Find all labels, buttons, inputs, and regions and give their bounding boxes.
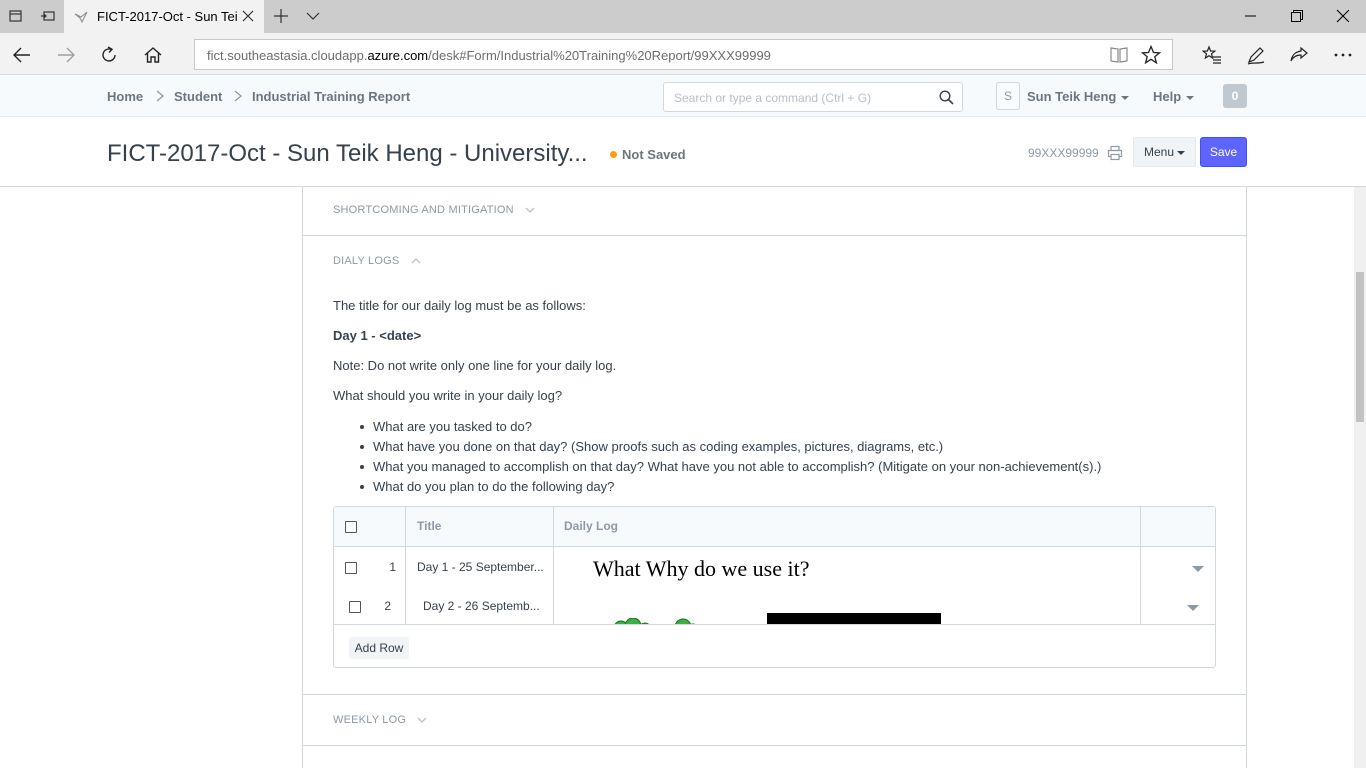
row-index: 1 [389,560,396,574]
chevron-down-icon [525,207,535,214]
favorites-hub-icon[interactable] [1202,45,1222,65]
breadcrumb-chevron-right-icon [234,90,243,102]
help-label: Help [1153,89,1182,104]
forward-arrow-icon[interactable] [56,45,76,65]
row-edit-caret-down-icon[interactable] [1192,566,1204,572]
avatar[interactable]: S [996,82,1020,110]
section-daily-logs-label: DIALY LOGS [333,255,400,267]
user-menu[interactable]: Sun Teik Heng [1027,89,1130,104]
daily-log-note: Note: Do not write only one line for you… [333,358,617,373]
breadcrumb-home[interactable]: Home [107,89,143,104]
daily-log-preview[interactable]: What Why do we use it? [555,548,1140,624]
row-title-cell[interactable]: Day 1 - 25 September... [417,560,545,574]
section-weekly-log-label: WEEKLY LOG [333,714,407,726]
menu-button[interactable]: Menu [1133,137,1196,167]
back-arrow-icon[interactable] [12,45,32,65]
browser-nav-bar: fict.southeastasia.cloudapp.azure.com/de… [0,33,1366,75]
new-tab-icon[interactable] [273,8,289,24]
notification-badge[interactable]: 0 [1223,84,1247,108]
daily-log-preview-text: What Why do we use it? [593,556,810,581]
section-weekly-log-header[interactable]: WEEKLY LOG [333,714,427,726]
restore-icon[interactable] [1290,9,1304,23]
add-row-button[interactable]: Add Row [349,637,409,659]
search-input[interactable]: Search or type a command (Ctrl + G) [663,82,963,112]
list-item: What do you plan to do the following day… [358,477,1101,497]
row-checkbox[interactable] [349,601,361,613]
help-caret-down-icon [1186,95,1195,100]
home-icon[interactable] [143,45,163,65]
row-title-cell[interactable]: Day 2 - 26 Septemb... [423,599,551,613]
breadcrumb-chevron-right-icon [156,90,165,102]
user-caret-down-icon [1121,95,1130,100]
status-indicator-dot [610,151,617,158]
row-edit-caret-down-icon[interactable] [1187,605,1199,611]
chevron-up-icon [411,258,421,264]
chevron-down-icon [417,717,427,724]
row-index: 2 [384,599,391,613]
black-image-block [767,613,941,624]
close-tab-icon[interactable] [242,10,254,22]
page-head: FICT-2017-Oct - Sun Teik Heng - Universi… [0,118,1366,187]
section-divider [302,745,1247,746]
url-text: fict.southeastasia.cloudapp.azure.com/de… [207,48,771,63]
more-options-icon[interactable] [1333,45,1353,65]
web-note-pen-icon[interactable] [1246,45,1266,65]
share-icon[interactable] [1289,45,1309,65]
table-rows: 1 Day 1 - 25 September... 2 Day 2 - 26 S… [334,548,1215,625]
daily-log-question: What should you write in your daily log? [333,388,563,403]
browser-tab-title: FICT-2017-Oct - Sun Tei [97,9,237,24]
list-item: What you managed to accomplish on that d… [358,457,1101,477]
row-checkbox[interactable] [345,562,357,574]
daily-log-table: Title Daily Log 1 Day 1 - 25 September..… [333,506,1216,668]
section-daily-logs-header[interactable]: DIALY LOGS [333,255,421,267]
status-badge: Not Saved [622,147,686,162]
save-button[interactable]: Save [1200,137,1247,167]
user-name: Sun Teik Heng [1027,89,1117,104]
site-favicon-icon [74,11,88,24]
select-all-checkbox[interactable] [345,521,357,533]
close-window-icon[interactable] [1336,9,1350,23]
app-navbar: Home Student Industrial Training Report … [0,76,1366,117]
search-icon[interactable] [939,90,954,105]
breadcrumb-industrial-training-report[interactable]: Industrial Training Report [252,89,410,104]
section-shortcoming-header[interactable]: SHORTCOMING AND MITIGATION [333,204,535,216]
page-title: FICT-2017-Oct - Sun Teik Heng - Universi… [107,140,588,167]
column-header-title: Title [417,519,442,533]
section-divider [302,235,1247,236]
browser-tab-bar: FICT-2017-Oct - Sun Tei [0,0,1366,33]
set-aside-tabs-icon[interactable] [40,8,56,24]
reading-view-icon[interactable] [1109,46,1129,64]
help-menu[interactable]: Help [1153,89,1195,104]
form-content: SHORTCOMING AND MITIGATION DIALY LOGS Th… [0,187,1354,768]
scrollbar-thumb[interactable] [1356,272,1364,422]
menu-caret-down-icon [1177,150,1186,155]
section-divider [302,694,1247,695]
page-scrollbar[interactable] [1354,187,1366,768]
table-header: Title Daily Log [334,507,1215,547]
browser-tab-active[interactable]: FICT-2017-Oct - Sun Tei [64,0,264,33]
menu-label: Menu [1143,145,1175,159]
list-item: What have you done on that day? (Show pr… [358,437,1101,457]
minimize-icon[interactable] [1244,9,1258,23]
address-bar[interactable]: fict.southeastasia.cloudapp.azure.com/de… [194,39,1173,70]
column-header-daily-log: Daily Log [564,519,619,533]
printer-icon[interactable] [1107,145,1123,161]
favorite-star-icon[interactable] [1141,45,1161,65]
search-placeholder: Search or type a command (Ctrl + G) [674,91,872,105]
tab-preview-chevron-down-icon[interactable] [305,8,321,24]
daily-log-guideline-list: What are you tasked to do? What have you… [358,417,1101,497]
breadcrumb-student[interactable]: Student [174,89,222,104]
list-item: What are you tasked to do? [358,417,1101,437]
daily-log-instruction: The title for our daily log must be as f… [333,298,586,313]
refresh-icon[interactable] [99,45,119,65]
daily-log-title-format: Day 1 - <date> [333,328,422,343]
document-id: 99XXX99999 [1028,146,1099,160]
section-shortcoming-label: SHORTCOMING AND MITIGATION [333,204,514,216]
tab-list-icon[interactable] [8,8,24,24]
green-shape-image [614,618,696,624]
